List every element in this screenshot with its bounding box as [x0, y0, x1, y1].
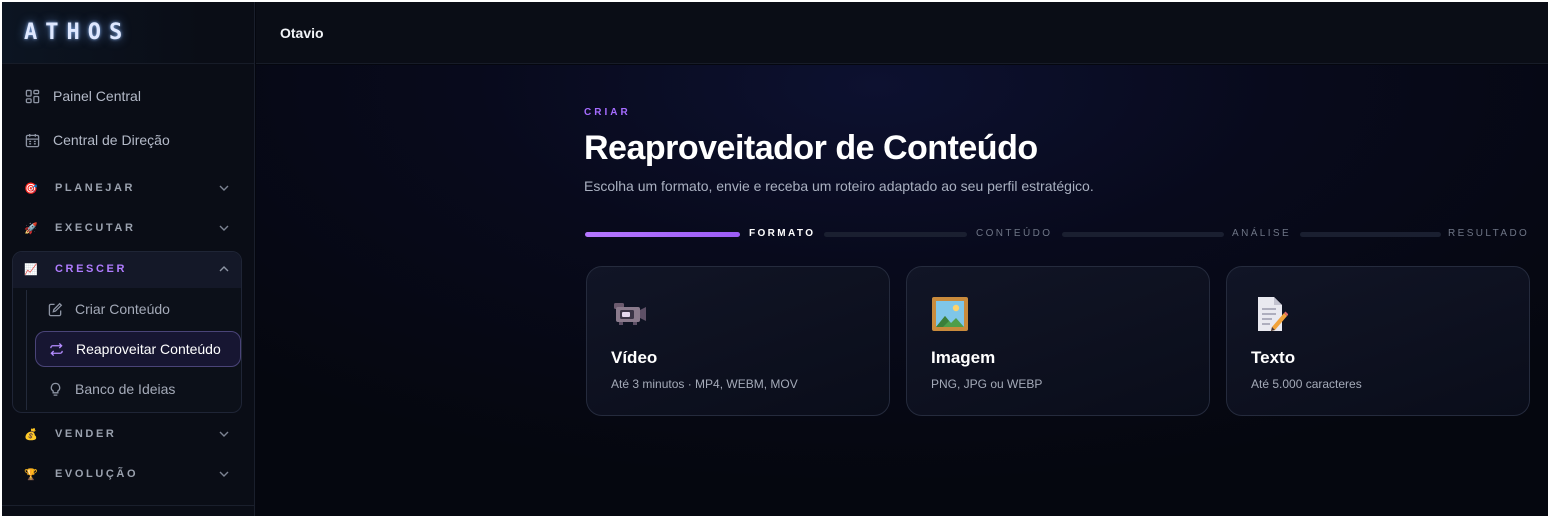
step-progress-resultado: [1300, 232, 1441, 237]
card-title: Vídeo: [611, 348, 658, 367]
sidebar: ATHOS Painel Central Central de Direção …: [2, 2, 255, 516]
card-title: Texto: [1251, 348, 1296, 367]
section-label: EVOLUÇÃO: [55, 468, 139, 480]
main-content: CRIAR Reaproveitador de Conteúdo Escolha…: [256, 65, 1548, 516]
sidebar-item-label: Banco de Ideias: [75, 381, 176, 397]
format-card-imagem[interactable]: Imagem PNG, JPG ou WEBP: [906, 266, 1210, 416]
section-planejar[interactable]: 🎯 PLANEJAR: [24, 180, 230, 196]
lightbulb-icon: [47, 381, 63, 397]
rocket-icon: 🚀: [24, 222, 41, 235]
section-label: VENDER: [55, 428, 117, 440]
logo-bar: ATHOS: [2, 2, 254, 64]
sidebar-item-label: Reaproveitar Conteúdo: [76, 341, 221, 357]
section-vender[interactable]: 💰 VENDER: [24, 426, 230, 442]
chevron-down-icon: [218, 182, 230, 194]
chevron-down-icon: [218, 222, 230, 234]
chevron-down-icon: [218, 428, 230, 440]
page-subtitle: Escolha um formato, envie e receba um ro…: [584, 178, 1094, 194]
money-bag-icon: 💰: [24, 428, 41, 441]
section-evolucao[interactable]: 🏆 EVOLUÇÃO: [24, 466, 230, 482]
trophy-icon: 🏆: [24, 468, 41, 481]
step-label-analise: ANÁLISE: [1232, 228, 1292, 239]
video-camera-icon: [611, 295, 649, 333]
step-label-resultado: RESULTADO: [1448, 228, 1530, 239]
sidebar-item-label: Central de Direção: [53, 132, 170, 148]
card-description: PNG, JPG ou WEBP: [931, 377, 1043, 391]
card-description: Até 5.000 caracteres: [1251, 377, 1362, 391]
format-card-texto[interactable]: Texto Até 5.000 caracteres: [1226, 266, 1530, 416]
format-card-video[interactable]: Vídeo Até 3 minutos · MP4, WEBM, MOV: [586, 266, 890, 416]
app-window: ATHOS Painel Central Central de Direção …: [2, 2, 1548, 516]
sidebar-item-label: Criar Conteúdo: [75, 301, 170, 317]
memo-icon: [1251, 295, 1289, 333]
sidebar-item-criar-conteudo[interactable]: Criar Conteúdo: [35, 291, 241, 327]
section-crescer[interactable]: 📈 CRESCER: [24, 261, 230, 277]
step-label-conteudo: CONTEÚDO: [976, 228, 1053, 239]
card-description: Até 3 minutos · MP4, WEBM, MOV: [611, 377, 798, 391]
step-progress-conteudo: [824, 232, 967, 237]
chevron-up-icon: [218, 263, 230, 275]
layout-grid-icon: [24, 88, 40, 104]
sidebar-item-reaproveitar-conteudo[interactable]: Reaproveitar Conteúdo: [35, 331, 241, 367]
topbar: Otavio: [256, 2, 1548, 64]
sidebar-item-painel-central[interactable]: Painel Central: [24, 88, 141, 104]
tree-line: [26, 290, 27, 410]
sidebar-divider: [2, 505, 255, 506]
calendar-icon: [24, 132, 40, 148]
section-executar[interactable]: 🚀 EXECUTAR: [24, 220, 230, 236]
step-label-formato: FORMATO: [749, 228, 816, 239]
page-title: Reaproveitador de Conteúdo: [584, 129, 1038, 167]
edit-icon: [47, 301, 63, 317]
repeat-icon: [48, 341, 64, 357]
sidebar-item-central-direcao[interactable]: Central de Direção: [24, 132, 170, 148]
sidebar-item-label: Painel Central: [53, 88, 141, 104]
section-label: CRESCER: [55, 263, 127, 275]
sidebar-item-banco-ideias[interactable]: Banco de Ideias: [35, 371, 241, 407]
section-label: EXECUTAR: [55, 222, 136, 234]
chevron-down-icon: [218, 468, 230, 480]
step-progress-formato: [585, 232, 740, 237]
app-logo[interactable]: ATHOS: [24, 20, 130, 45]
page-eyebrow: CRIAR: [584, 107, 631, 118]
user-name[interactable]: Otavio: [280, 25, 324, 41]
target-icon: 🎯: [24, 182, 41, 195]
step-progress-analise: [1062, 232, 1224, 237]
chart-up-icon: 📈: [24, 263, 41, 276]
section-label: PLANEJAR: [55, 182, 136, 194]
framed-picture-icon: [931, 295, 969, 333]
card-title: Imagem: [931, 348, 996, 367]
